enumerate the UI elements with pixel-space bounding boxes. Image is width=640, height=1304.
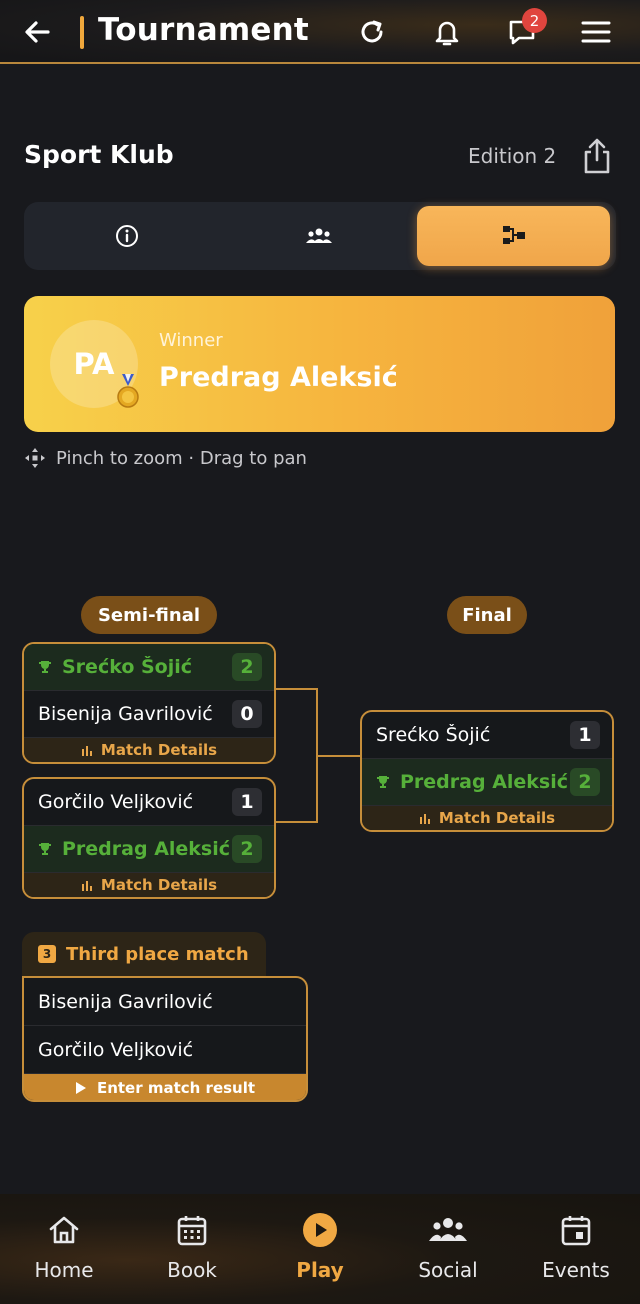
club-name: Sport Klub xyxy=(24,140,174,169)
player-score: 1 xyxy=(570,721,600,749)
bar-chart-icon xyxy=(81,881,92,891)
page-title: Tournament xyxy=(98,12,309,48)
nav-social[interactable]: Social xyxy=(393,1210,503,1290)
match-player-row: Srećko Šojić 1 xyxy=(362,712,612,759)
winner-card: PA Winner Predrag Aleksić xyxy=(24,296,615,432)
player-name: Srećko Šojić xyxy=(62,656,193,678)
match-player-row: Bisenija Gavrilović xyxy=(24,978,306,1026)
nav-label: Home xyxy=(34,1258,94,1282)
player-name: Bisenija Gavrilović xyxy=(38,703,213,725)
bracket-connector xyxy=(276,688,318,823)
edition-label: Edition 2 xyxy=(468,144,557,168)
match-details-button[interactable]: Match Details xyxy=(24,738,274,762)
trophy-icon xyxy=(376,775,392,789)
third-place-number: 3 xyxy=(38,945,56,963)
home-icon xyxy=(49,1216,79,1244)
nav-book[interactable]: Book xyxy=(137,1210,247,1290)
player-name: Bisenija Gavrilović xyxy=(38,990,213,1013)
calendar-grid-icon xyxy=(177,1216,207,1246)
match-details-button[interactable]: Match Details xyxy=(362,806,612,830)
play-triangle-icon xyxy=(75,1082,86,1094)
third-place-header: 3 Third place match xyxy=(22,932,266,976)
event-icon xyxy=(561,1216,591,1246)
back-arrow-icon xyxy=(25,21,50,43)
zoom-hint: Pinch to zoom · Drag to pan xyxy=(24,446,307,470)
nav-label: Social xyxy=(418,1258,478,1282)
winner-label: Winner xyxy=(159,330,223,351)
enter-match-result-button[interactable]: Enter match result xyxy=(24,1074,306,1100)
trophy-icon xyxy=(38,660,54,674)
back-button[interactable] xyxy=(18,12,58,52)
semifinal-match-2[interactable]: Gorčilo Veljković 1 Predrag Aleksić 2 Ma… xyxy=(22,777,276,899)
player-name: Srećko Šojić xyxy=(376,724,491,746)
move-arrows-icon xyxy=(25,448,45,468)
match-details-label: Match Details xyxy=(438,809,556,827)
play-icon xyxy=(303,1213,337,1247)
nav-play[interactable]: Play xyxy=(265,1210,375,1290)
player-name: Predrag Aleksić xyxy=(62,838,231,860)
tournament-tabs xyxy=(24,202,616,270)
players-icon xyxy=(306,228,332,243)
enter-result-label: Enter match result xyxy=(96,1079,256,1097)
player-score: 2 xyxy=(232,835,262,863)
third-place-title: Third place match xyxy=(66,943,249,965)
player-score: 0 xyxy=(232,700,262,728)
info-icon xyxy=(116,225,138,247)
refresh-icon xyxy=(361,20,383,43)
tab-players[interactable] xyxy=(224,206,414,266)
match-details-label: Match Details xyxy=(100,741,218,759)
chat-unread-badge: 2 xyxy=(522,8,547,33)
nav-home[interactable]: Home xyxy=(9,1210,119,1290)
player-score: 1 xyxy=(232,788,262,816)
bell-icon xyxy=(435,21,459,46)
round-label-final: Final xyxy=(447,596,527,634)
bar-chart-icon xyxy=(81,746,92,756)
match-player-row: Gorčilo Veljković 1 xyxy=(24,779,274,826)
match-player-row: Srećko Šojić 2 xyxy=(24,644,274,691)
third-place-match[interactable]: Bisenija Gavrilović Gorčilo Veljković En… xyxy=(22,976,308,1102)
round-label-semifinal: Semi-final xyxy=(81,596,217,634)
nav-label: Book xyxy=(167,1258,217,1282)
zoom-hint-text: Pinch to zoom · Drag to pan xyxy=(56,447,307,469)
title-accent-bar xyxy=(80,16,84,49)
match-details-button[interactable]: Match Details xyxy=(24,873,274,897)
player-name: Gorčilo Veljković xyxy=(38,1038,194,1061)
share-button[interactable] xyxy=(578,136,616,176)
player-score: 2 xyxy=(232,653,262,681)
nav-label: Events xyxy=(542,1258,610,1282)
app-header: Tournament 2 xyxy=(0,0,640,64)
bar-chart-icon xyxy=(419,814,430,824)
menu-icon xyxy=(581,21,611,43)
match-player-row: Predrag Aleksić 2 xyxy=(24,826,274,873)
player-name: Predrag Aleksić xyxy=(400,771,569,793)
player-name: Gorčilo Veljković xyxy=(38,791,194,813)
notifications-button[interactable] xyxy=(427,12,467,52)
winner-name: Predrag Aleksić xyxy=(159,362,398,393)
match-player-row: Predrag Aleksić 2 xyxy=(362,759,612,806)
match-player-row: Gorčilo Veljković xyxy=(24,1026,306,1074)
nav-label: Play xyxy=(296,1258,344,1282)
nav-events[interactable]: Events xyxy=(521,1210,631,1290)
gold-medal-icon xyxy=(117,374,139,408)
semifinal-match-1[interactable]: Srećko Šojić 2 Bisenija Gavrilović 0 Mat… xyxy=(22,642,276,764)
tab-info[interactable] xyxy=(32,206,222,266)
share-icon xyxy=(584,138,610,174)
bottom-navigation: Home Book Play Social Events xyxy=(0,1194,640,1304)
match-details-label: Match Details xyxy=(100,876,218,894)
refresh-button[interactable] xyxy=(352,12,392,52)
trophy-icon xyxy=(38,842,54,856)
final-match[interactable]: Srećko Šojić 1 Predrag Aleksić 2 Match D… xyxy=(360,710,614,832)
menu-button[interactable] xyxy=(576,12,616,52)
tab-bracket[interactable] xyxy=(417,206,610,266)
social-icon xyxy=(429,1218,467,1241)
bracket-connector xyxy=(318,755,360,757)
match-player-row: Bisenija Gavrilović 0 xyxy=(24,691,274,738)
bracket-icon xyxy=(502,226,525,244)
player-score: 2 xyxy=(570,768,600,796)
